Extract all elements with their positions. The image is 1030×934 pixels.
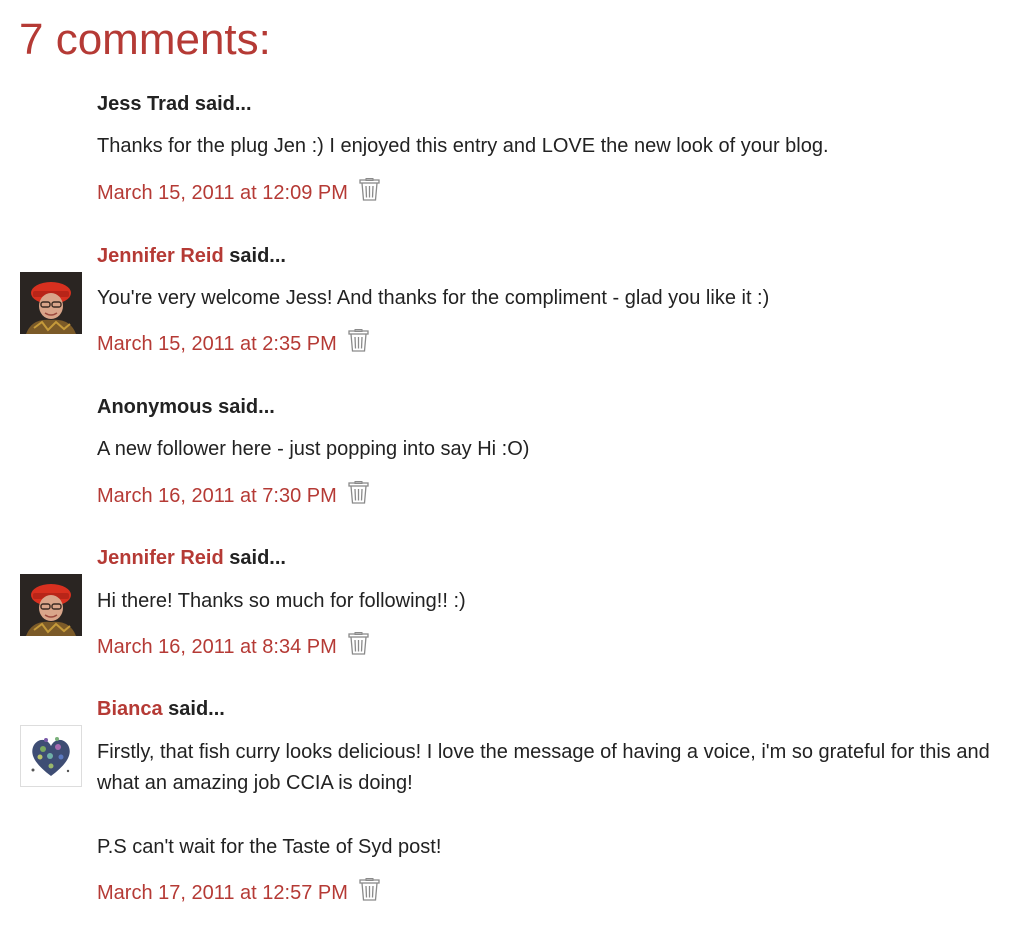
- comment-author-link[interactable]: Jennifer Reid: [97, 547, 224, 569]
- comment-text: Thanks for the plug Jen :) I enjoyed thi…: [97, 135, 829, 157]
- trash-icon[interactable]: [348, 481, 369, 510]
- avatar[interactable]: [20, 574, 82, 636]
- comment-body: Hi there! Thanks so much for following!!…: [97, 586, 997, 617]
- comment-author-name: Jess Trad: [97, 93, 190, 115]
- comments-heading: 7 comments:: [19, 15, 271, 64]
- comment-body: Firstly, that fish curry looks delicious…: [97, 737, 997, 863]
- comment-body: Thanks for the plug Jen :) I enjoyed thi…: [97, 131, 997, 162]
- comment-text: Hi there! Thanks so much for following!!…: [97, 590, 466, 612]
- comment-meta: March 17, 2011 at 12:57 PM: [97, 878, 381, 907]
- comment-timestamp-link[interactable]: March 16, 2011 at 8:34 PM: [97, 636, 337, 658]
- comment-author-line: Jennifer Reid said...: [97, 546, 286, 570]
- comment-author-name: Anonymous: [97, 396, 213, 418]
- comment-author-link[interactable]: Bianca: [97, 698, 163, 720]
- comment-author-link[interactable]: Jennifer Reid: [97, 245, 224, 267]
- comment-author-line: Jess Trad said...: [97, 92, 252, 116]
- comment-body: A new follower here - just popping into …: [97, 434, 997, 465]
- comment-meta: March 15, 2011 at 12:09 PM: [97, 178, 381, 207]
- comment-text: You're very welcome Jess! And thanks for…: [97, 287, 770, 309]
- said-label: said...: [218, 396, 275, 418]
- comment-text: A new follower here - just popping into …: [97, 438, 530, 460]
- comment-timestamp-link[interactable]: March 15, 2011 at 12:09 PM: [97, 182, 348, 204]
- trash-icon[interactable]: [348, 632, 369, 661]
- said-label: said...: [194, 93, 252, 115]
- comment-timestamp-link[interactable]: March 16, 2011 at 7:30 PM: [97, 485, 337, 507]
- comment-timestamp-link[interactable]: March 17, 2011 at 12:57 PM: [97, 882, 348, 904]
- said-label: said...: [168, 698, 225, 720]
- comment-author-line: Jennifer Reid said...: [97, 244, 286, 268]
- comment-body: You're very welcome Jess! And thanks for…: [97, 283, 997, 314]
- comment-timestamp-link[interactable]: March 15, 2011 at 2:35 PM: [97, 333, 337, 355]
- comment-meta: March 15, 2011 at 2:35 PM: [97, 329, 369, 358]
- comment-meta: March 16, 2011 at 8:34 PM: [97, 632, 369, 661]
- comment-author-line: Anonymous said...: [97, 395, 275, 419]
- avatar[interactable]: [20, 725, 82, 787]
- said-label: said...: [229, 245, 286, 267]
- trash-icon[interactable]: [359, 178, 381, 207]
- trash-icon[interactable]: [359, 878, 381, 907]
- comment-text: P.S can't wait for the Taste of Syd post…: [97, 836, 442, 858]
- comment-meta: March 16, 2011 at 7:30 PM: [97, 481, 369, 510]
- comments-section: 7 comments: Jess Trad said... Thanks for…: [0, 0, 1030, 934]
- trash-icon[interactable]: [348, 329, 369, 358]
- comment-text: Firstly, that fish curry looks delicious…: [97, 741, 990, 794]
- avatar[interactable]: [20, 272, 82, 334]
- said-label: said...: [229, 547, 286, 569]
- comment-author-line: Bianca said...: [97, 697, 225, 721]
